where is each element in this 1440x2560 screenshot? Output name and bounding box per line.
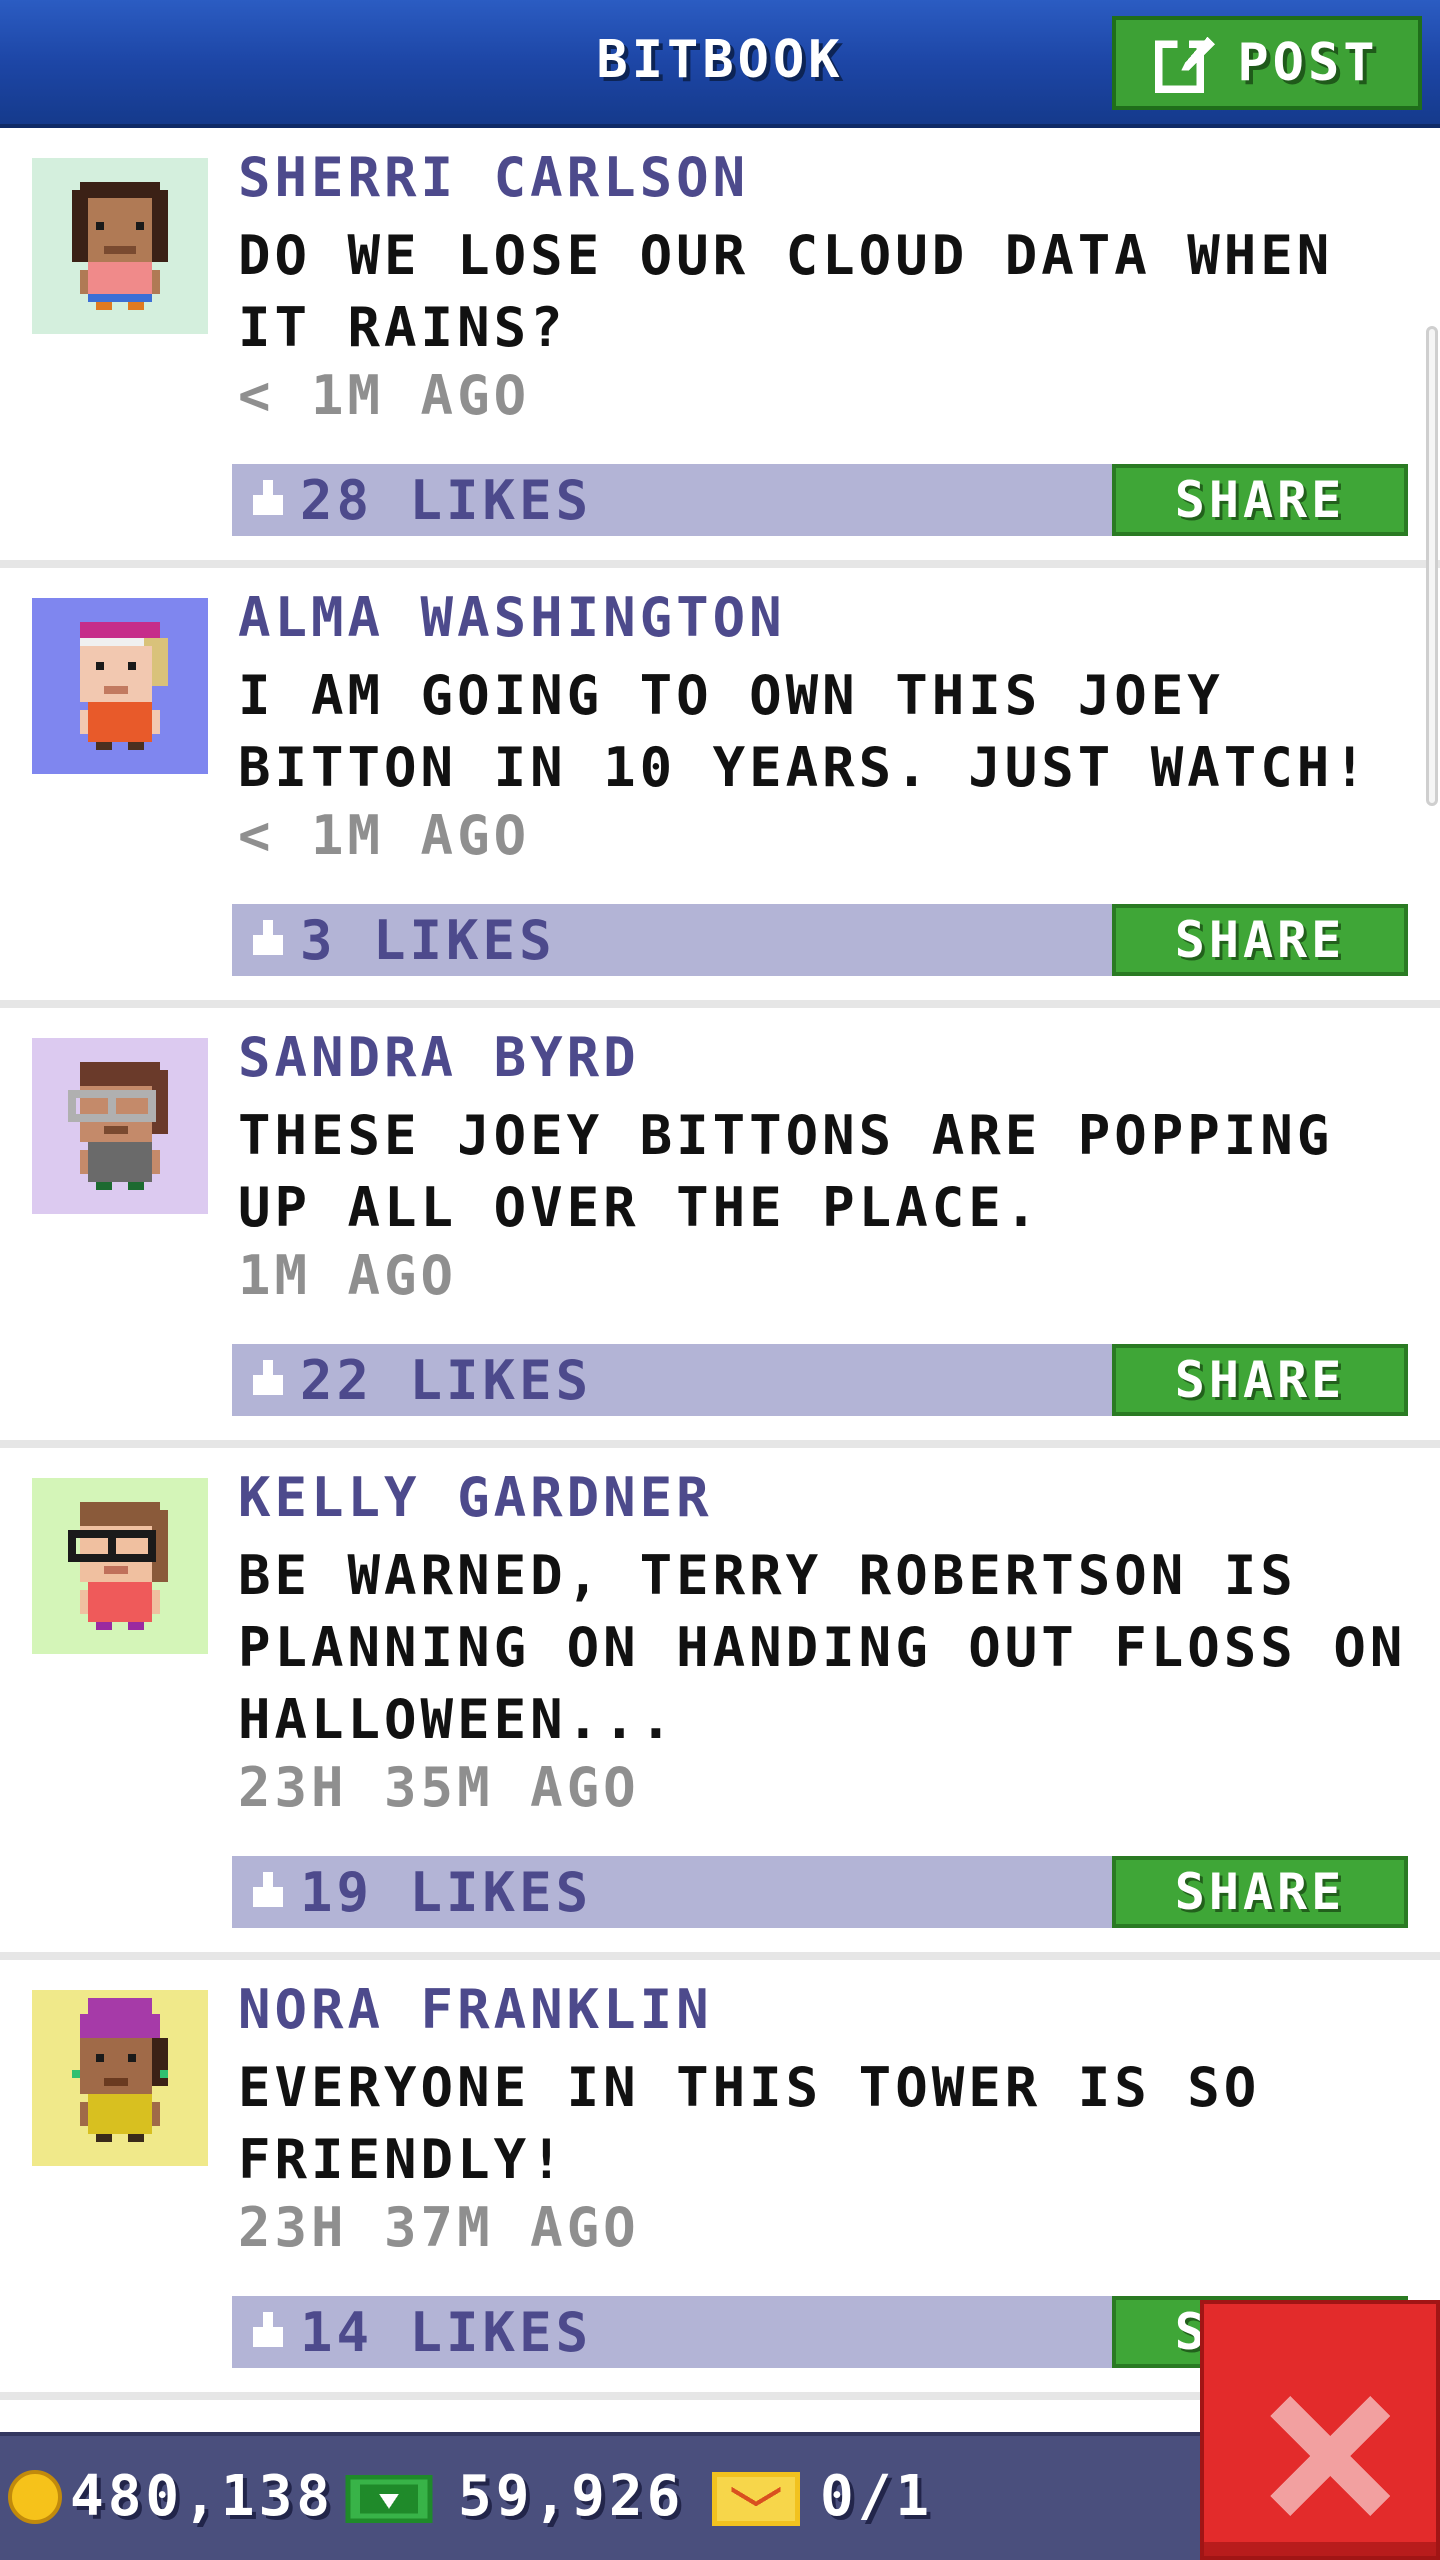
avatar[interactable] bbox=[32, 1990, 208, 2166]
post-author[interactable]: ALMA WASHINGTON bbox=[238, 586, 786, 649]
close-icon bbox=[1270, 2396, 1390, 2516]
post-author[interactable]: KELLY GARDNER bbox=[238, 1466, 713, 1529]
like-count: 28 LIKES bbox=[300, 468, 593, 532]
avatar[interactable] bbox=[32, 158, 208, 334]
feed-post: SHERRI CARLSON DO WE LOSE OUR CLOUD DATA… bbox=[0, 128, 1440, 568]
thumbs-up-icon[interactable] bbox=[248, 1360, 288, 1400]
coin-icon bbox=[8, 2470, 62, 2524]
share-button[interactable]: SHARE bbox=[1112, 1344, 1408, 1416]
avatar[interactable] bbox=[32, 1478, 208, 1654]
like-bar: 3 LIKES SHARE bbox=[232, 904, 1408, 976]
avatar-image bbox=[68, 1502, 168, 1630]
share-button[interactable]: SHARE bbox=[1112, 1856, 1408, 1928]
post-time: < 1M AGO bbox=[238, 804, 531, 867]
post-button[interactable]: POST bbox=[1112, 16, 1422, 110]
avatar-image bbox=[80, 622, 168, 750]
feed-post: ALMA WASHINGTON I AM GOING TO OWN THIS J… bbox=[0, 568, 1440, 1008]
avatar-image bbox=[72, 182, 168, 310]
top-bar: BITBOOK POST bbox=[0, 0, 1440, 128]
thumbs-up-icon[interactable] bbox=[248, 920, 288, 960]
post-author[interactable]: SANDRA BYRD bbox=[238, 1026, 640, 1089]
post-text: DO WE LOSE OUR CLOUD DATA WHEN IT RAINS? bbox=[238, 224, 1334, 359]
post-time: 23H 35M AGO bbox=[238, 1756, 640, 1819]
avatar[interactable] bbox=[32, 598, 208, 774]
coin-count: 480,138 bbox=[70, 2464, 335, 2529]
post-time: 23H 37M AGO bbox=[238, 2196, 640, 2259]
share-button[interactable]: SHARE bbox=[1112, 464, 1408, 536]
post-time: 1M AGO bbox=[238, 1244, 458, 1307]
feed-post: KELLY GARDNER BE WARNED, TERRY ROBERTSON… bbox=[0, 1448, 1440, 1960]
share-button[interactable]: SHARE bbox=[1112, 904, 1408, 976]
post-text: THESE JOEY BITTONS ARE POPPING UP ALL OV… bbox=[238, 1104, 1334, 1239]
ticket-count: 0/1 bbox=[820, 2464, 934, 2529]
like-bar: 28 LIKES SHARE bbox=[232, 464, 1408, 536]
scrollbar[interactable] bbox=[1426, 326, 1438, 806]
avatar-image bbox=[72, 1998, 168, 2142]
like-bar: 19 LIKES SHARE bbox=[232, 1856, 1408, 1928]
thumbs-up-icon[interactable] bbox=[248, 480, 288, 520]
ticket-icon bbox=[712, 2472, 800, 2526]
avatar[interactable] bbox=[32, 1038, 208, 1214]
bux-count: 59,926 bbox=[458, 2464, 685, 2529]
like-count: 3 LIKES bbox=[300, 908, 556, 972]
post-text: EVERYONE IN THIS TOWER IS SO FRIENDLY! bbox=[238, 2056, 1261, 2191]
avatar-image bbox=[68, 1062, 168, 1190]
like-count: 14 LIKES bbox=[300, 2300, 593, 2364]
post-text: BE WARNED, TERRY ROBERTSON IS PLANNING O… bbox=[238, 1544, 1407, 1751]
edit-icon bbox=[1155, 36, 1216, 93]
like-bar: 22 LIKES SHARE bbox=[232, 1344, 1408, 1416]
thumbs-up-icon[interactable] bbox=[248, 1872, 288, 1912]
post-time: < 1M AGO bbox=[238, 364, 531, 427]
like-count: 22 LIKES bbox=[300, 1348, 593, 1412]
close-button[interactable] bbox=[1200, 2300, 1440, 2560]
post-text: I AM GOING TO OWN THIS JOEY BITTON IN 10… bbox=[238, 664, 1370, 799]
thumbs-up-icon[interactable] bbox=[248, 2312, 288, 2352]
post-author[interactable]: NORA FRANKLIN bbox=[238, 1978, 713, 2041]
like-count: 19 LIKES bbox=[300, 1860, 593, 1924]
bux-icon bbox=[345, 2474, 433, 2524]
feed-post: SANDRA BYRD THESE JOEY BITTONS ARE POPPI… bbox=[0, 1008, 1440, 1448]
post-author[interactable]: SHERRI CARLSON bbox=[238, 146, 749, 209]
post-button-label: POST bbox=[1237, 33, 1379, 93]
